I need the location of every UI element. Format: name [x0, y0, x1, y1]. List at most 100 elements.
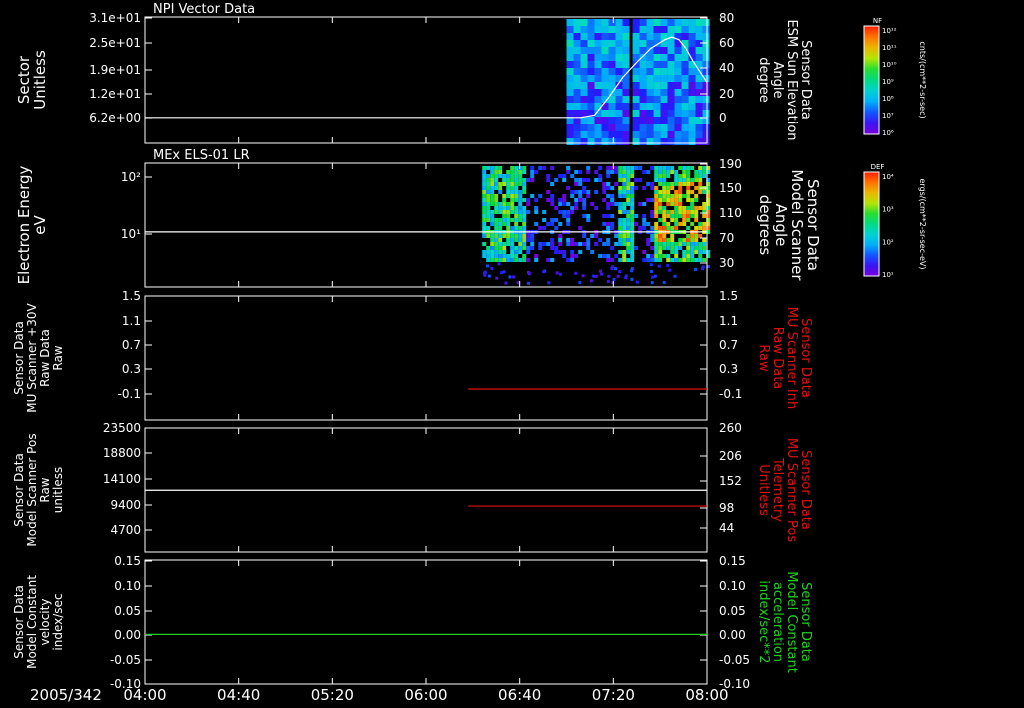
- y2-tick-label: -0.05: [719, 653, 750, 667]
- y2-axis-label: Unitless: [756, 464, 771, 516]
- y2-tick-label: 44: [719, 521, 734, 535]
- y-tick-label: 1.9e+01: [89, 63, 141, 77]
- colorbar-scale: [863, 25, 880, 135]
- y-tick-label: 1.5: [122, 289, 141, 303]
- colorbar-tick-label: 10⁸: [882, 95, 894, 103]
- y-axis-label: unitless: [51, 467, 65, 513]
- y-axis-label: Model Scanner Pos: [25, 433, 39, 546]
- y2-tick-label: 0.05: [719, 604, 746, 618]
- y2-axis-label: Sensor Data: [798, 450, 813, 530]
- y-axis-label: Raw Data: [38, 329, 52, 387]
- colorbar-tick-label: 10⁷: [882, 112, 894, 120]
- colorbar-units: cnts/(cm**2-sr-sec): [918, 41, 927, 118]
- panel-frame: [144, 295, 708, 421]
- y-tick-label: 23500: [103, 421, 141, 435]
- y2-axis-label: Telemetry: [770, 457, 785, 522]
- y2-axis-label: Raw: [756, 344, 771, 372]
- y2-tick-label: 60: [719, 36, 734, 50]
- y-tick-label: -0.05: [110, 653, 141, 667]
- y2-axis-label: Model Constant: [784, 571, 799, 673]
- time-tick-label: 08:00: [685, 686, 728, 704]
- y2-tick-label: 40: [719, 61, 734, 75]
- y2-tick-label: 206: [719, 449, 742, 463]
- panel-title: NPI Vector Data: [153, 2, 255, 17]
- time-tick-label: 07:20: [592, 686, 635, 704]
- y-tick-label: 14100: [103, 472, 141, 486]
- colorbar-tick-label: 10¹²: [882, 27, 897, 35]
- y-tick-label: 0.15: [114, 554, 141, 568]
- y-axis-label: Raw: [38, 477, 52, 502]
- y-tick-label: 0.05: [114, 604, 141, 618]
- y-tick-label: 9400: [110, 498, 141, 512]
- y-axis-label: index/sec: [51, 593, 65, 650]
- y2-tick-label: 0.7: [719, 338, 738, 352]
- colorbar-tick-label: 10¹: [882, 271, 894, 279]
- y2-axis-label: index/sec**2: [756, 580, 771, 663]
- y-tick-label: 0.3: [122, 362, 141, 376]
- panel-4: 23500 18800 14100 9400 4700 260 206 152 98 44 Sens…: [12, 421, 813, 553]
- colorbar-tick-label: 10⁴: [882, 173, 894, 181]
- y2-tick-label: 0.15: [719, 554, 746, 568]
- panel-title: MEx ELS-01 LR: [153, 148, 250, 163]
- y2-tick-label: 98: [719, 501, 734, 515]
- y2-tick-label: 20: [719, 87, 734, 101]
- y-tick-label: 2.5e+01: [89, 36, 141, 50]
- y-tick-label: 0.10: [114, 579, 141, 593]
- colorbar: NF10¹² 10¹¹ 10¹⁰ 10⁹ 10⁸ 10⁷ 10⁶ cnts/(cm**2-sr…: [863, 17, 927, 137]
- time-tick-label: 06:00: [404, 686, 447, 704]
- colorbar-tick-label: 10¹⁰: [882, 61, 897, 69]
- colorbar-tick-label: 10³: [882, 206, 894, 214]
- els-spectrogram: [482, 166, 711, 285]
- panel-2: 10²10¹1901501107030MEx ELS-01 LRElectron…: [15, 148, 927, 288]
- y-tick-label: -0.1: [118, 387, 141, 401]
- colorbar-units: ergs/(cm**2-sr-sec-eV): [918, 178, 927, 269]
- colorbar-label: NF: [873, 17, 882, 25]
- y2-tick-label: 0.00: [719, 628, 746, 642]
- y-axis-label: Raw: [51, 345, 65, 370]
- y-tick-label: 1.1: [122, 314, 141, 328]
- y2-axis-label: MU Scanner Pos: [784, 438, 799, 543]
- y2-tick-label: -0.1: [719, 387, 742, 401]
- y2-tick-label: 152: [719, 474, 742, 488]
- y2-axis-label: degrees: [756, 195, 774, 256]
- y-axis-label: Model Constant: [25, 575, 39, 669]
- y2-tick-label: 30: [719, 256, 734, 270]
- time-tick-label: 04:40: [217, 686, 260, 704]
- y2-tick-label: 260: [719, 421, 742, 435]
- y-tick-label: 10²: [121, 170, 141, 184]
- y-tick-label: 4700: [110, 523, 141, 537]
- y-tick-label: 18800: [103, 446, 141, 460]
- y-axis-label: Sensor Data: [12, 321, 26, 395]
- panel-frame: [144, 559, 708, 685]
- panel-1: 3.1e+01 2.5e+01 1.9e+01 1.2e+01 6.2e+00 80 60 4…: [15, 2, 927, 145]
- y2-tick-label: 110: [719, 206, 742, 220]
- time-tick-label: 04:00: [123, 686, 166, 704]
- multi-panel-plot: 3.1e+01 2.5e+01 1.9e+01 1.2e+01 6.2e+00 80 60 4…: [12, 2, 927, 704]
- y-tick-label: 6.2e+00: [89, 111, 141, 125]
- y2-tick-label: 80: [719, 11, 734, 25]
- y2-tick-label: 0.10: [719, 579, 746, 593]
- y2-axis-label: Sensor Data: [798, 40, 813, 120]
- y2-tick-label: 190: [719, 157, 742, 171]
- y-tick-label: 1.2e+01: [89, 87, 141, 101]
- y2-axis-label: Raw Data: [770, 327, 785, 390]
- y-axis-label: MU Scanner +30V: [25, 303, 39, 413]
- y2-axis-label: acceleration: [770, 582, 785, 662]
- time-tick-label: 05:20: [311, 686, 354, 704]
- colorbar-tick-label: 10²: [882, 238, 894, 246]
- y-axis-label: Sensor Data: [12, 585, 26, 659]
- y-tick-label: 10¹: [121, 227, 141, 241]
- y-axis-label: Unitless: [31, 50, 49, 110]
- y-axis-label: velocity: [38, 599, 52, 646]
- y2-tick-label: 1.5: [719, 289, 738, 303]
- time-tick-label: 06:40: [498, 686, 541, 704]
- date-label: 2005/342: [30, 686, 102, 704]
- colorbar-scale: [863, 171, 880, 277]
- colorbar-tick-label: 10¹¹: [882, 44, 897, 52]
- y-tick-label: 0.7: [122, 338, 141, 352]
- panel-5: 0.150.100.050.00-0.05-0.100.150.100.050.…: [12, 554, 813, 691]
- panel-3: 1.5 1.1 0.7 0.3 -0.1 1.5 1.1 0.7 0.3 -0.1 Sensor D…: [12, 289, 813, 421]
- y2-axis-label: ESM Sun Elevation: [784, 19, 799, 140]
- colorbar-tick-label: 10⁹: [882, 78, 894, 86]
- y2-tick-label: 150: [719, 181, 742, 195]
